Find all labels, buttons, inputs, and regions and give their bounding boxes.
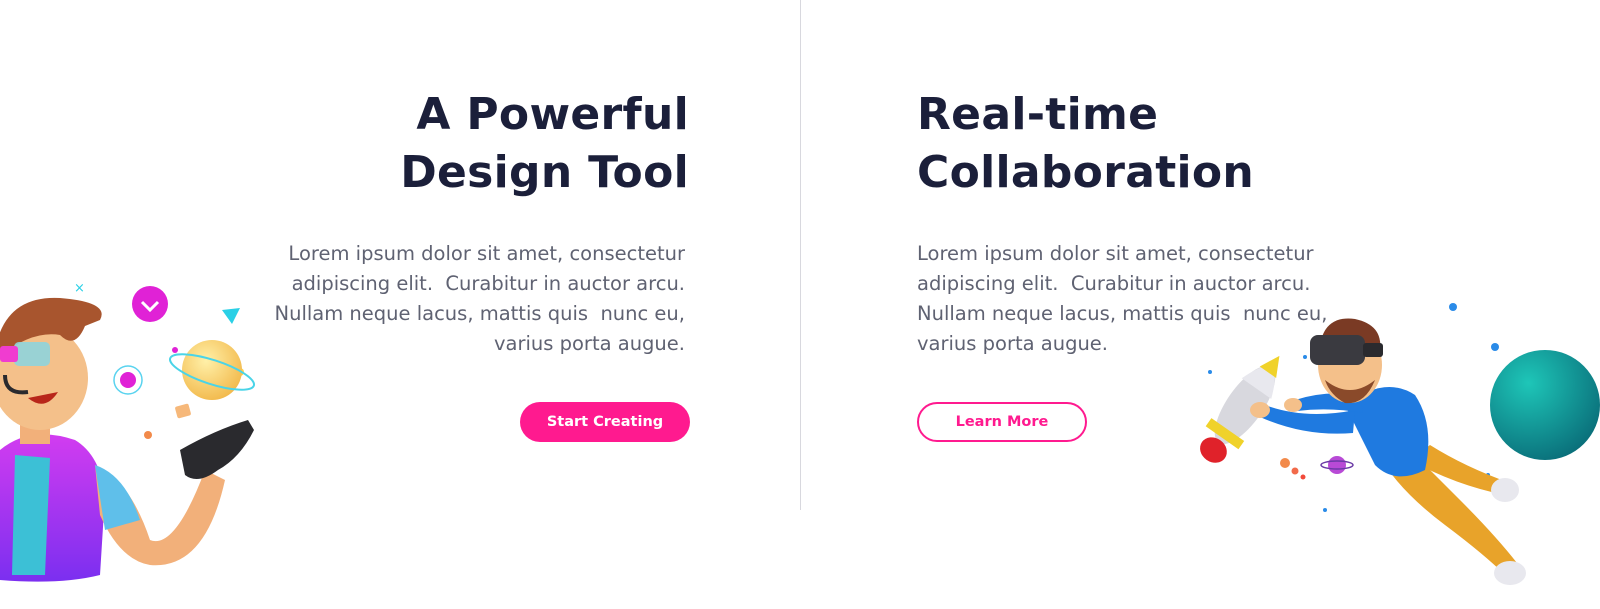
design-tool-heading: A Powerful Design Tool bbox=[400, 86, 689, 202]
design-tool-description-line-2: adipiscing elit. Curabitur in auctor arc… bbox=[291, 272, 685, 295]
design-tool-description-line-3: Nullam neque lacus, mattis quis nunc eu, bbox=[274, 302, 686, 325]
learn-more-button[interactable]: Learn More bbox=[917, 402, 1087, 442]
design-tool-heading-line-1: A Powerful bbox=[416, 89, 689, 140]
collaboration-heading: Real-time Collaboration bbox=[917, 86, 1254, 202]
start-creating-button[interactable]: Start Creating bbox=[520, 402, 690, 442]
designer-character-illustration: × bbox=[0, 281, 256, 582]
section-divider bbox=[800, 0, 801, 510]
collaboration-heading-line-1: Real-time bbox=[917, 89, 1159, 140]
collaboration-heading-line-2: Collaboration bbox=[917, 147, 1255, 198]
design-tool-heading-line-2: Design Tool bbox=[400, 147, 689, 198]
collaboration-description-line-1: Lorem ipsum dolor sit amet, consectetur bbox=[917, 242, 1314, 265]
svg-text:×: × bbox=[74, 281, 85, 296]
design-tool-description: Lorem ipsum dolor sit amet, consectetur … bbox=[275, 239, 686, 359]
vr-man-rocket-illustration bbox=[1200, 303, 1600, 585]
design-tool-description-line-1: Lorem ipsum dolor sit amet, consectetur bbox=[288, 242, 685, 265]
design-tool-description-line-4: varius porta augue. bbox=[493, 332, 685, 355]
